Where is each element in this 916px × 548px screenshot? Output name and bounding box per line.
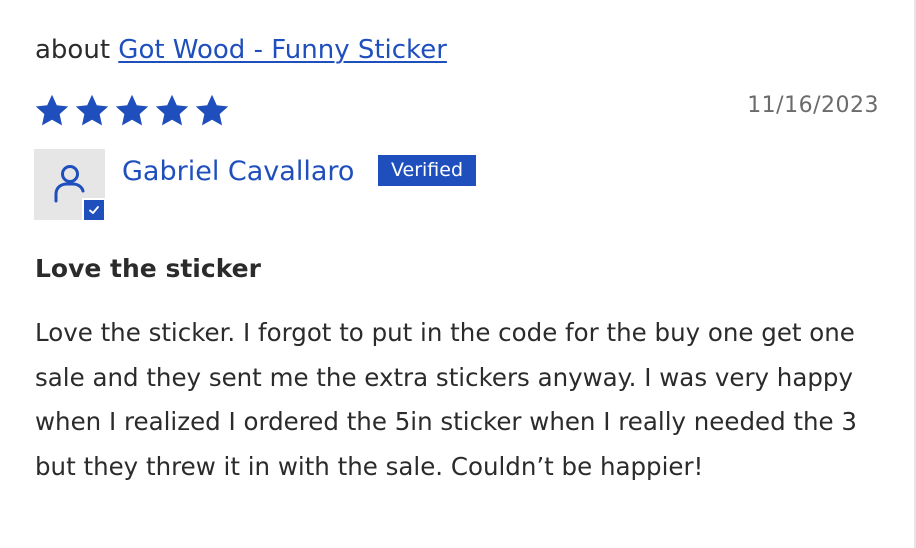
- star-rating: [34, 93, 230, 129]
- star-icon: [75, 94, 109, 126]
- review-card: about Got Wood - Funny Sticker 11/16/202…: [0, 0, 916, 548]
- star-icon: [115, 94, 149, 126]
- review-body: Love the sticker. I forgot to put in the…: [35, 318, 858, 481]
- product-reference: about Got Wood - Funny Sticker: [35, 32, 447, 68]
- review-date: 11/16/2023: [747, 93, 879, 118]
- checkmark-icon: [89, 206, 99, 214]
- reviewer-name: Gabriel Cavallaro: [122, 156, 355, 187]
- star-icon: [195, 94, 229, 126]
- verified-check-badge: [82, 198, 106, 222]
- about-prefix: about: [35, 35, 111, 65]
- product-link[interactable]: Got Wood - Funny Sticker: [118, 35, 447, 65]
- star-icon: [155, 94, 189, 126]
- review-title: Love the sticker: [35, 254, 261, 283]
- verified-badge: Verified: [378, 155, 477, 186]
- star-icon: [35, 94, 69, 126]
